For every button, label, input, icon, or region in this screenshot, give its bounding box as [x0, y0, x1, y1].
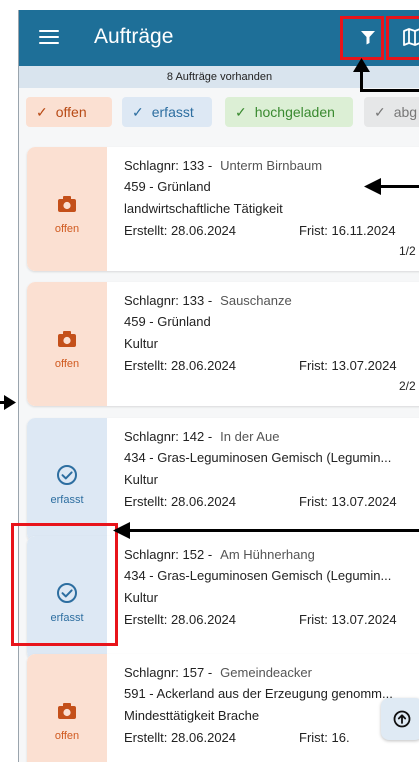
field-location: Gemeindeacker	[220, 665, 312, 680]
schlag-number: Schlagnr: 133 -	[124, 158, 213, 173]
deadline-date: Frist: 13.07.2024	[299, 612, 397, 627]
hamburger-menu-icon[interactable]	[39, 26, 59, 46]
filter-chip-erfasst[interactable]: ✓ erfasst	[122, 97, 212, 127]
land-use: 434 - Gras-Leguminosen Gemisch (Legumin.…	[124, 568, 392, 583]
order-title-line: Schlagnr: 157 - Gemeindeacker	[124, 665, 312, 680]
camera-icon	[58, 703, 76, 719]
deadline-date: Frist: 13.07.2024	[299, 494, 397, 509]
activity-type: Kultur	[124, 472, 158, 487]
land-use: 434 - Gras-Leguminosen Gemisch (Legumin.…	[124, 450, 392, 465]
created-date: Erstellt: 28.06.2024	[124, 730, 237, 745]
filter-chip-hochgeladen[interactable]: ✓ hochgeladen	[225, 97, 353, 127]
app-screen: Aufträge 8 Aufträge vorhanden ✓ offen ✓ er…	[18, 10, 419, 762]
field-location: Sauschanze	[220, 293, 292, 308]
filter-chip-offen[interactable]: ✓ offen	[26, 97, 112, 127]
activity-type: Kultur	[124, 590, 158, 605]
order-title-line: Schlagnr: 142 - In der Aue	[124, 429, 279, 444]
field-location: Unterm Birnbaum	[220, 158, 323, 173]
land-use: 459 - Grünland	[124, 314, 211, 329]
annotation-arrowhead	[4, 395, 16, 410]
status-label: offen	[54, 358, 80, 370]
schlag-number: Schlagnr: 133 -	[124, 293, 213, 308]
order-title-line: Schlagnr: 133 - Sauschanze	[124, 293, 292, 308]
deadline-date: Frist: 16.11.2024	[299, 223, 396, 238]
annotation-arrow	[380, 185, 419, 188]
deadline-date: Frist: 16.	[299, 730, 350, 745]
filter-chip-label: hochgeladen	[254, 104, 335, 120]
annotation-arrowhead	[364, 178, 381, 195]
activity-type: Mindesttätigkeit Brache	[124, 708, 260, 723]
order-card[interactable]: offen Schlagnr: 133 - Sauschanze 459 - Gr…	[27, 282, 419, 406]
camera-icon	[58, 331, 76, 347]
scroll-top-button[interactable]	[381, 698, 419, 740]
page-indicator: 2/2	[399, 379, 416, 393]
annotation-arrowhead	[353, 58, 370, 72]
order-title-line: Schlagnr: 152 - Am Hühnerhang	[124, 547, 315, 562]
map-highlight-box	[386, 16, 419, 60]
status-panel: offen	[27, 147, 107, 271]
deadline-date: Frist: 13.07.2024	[299, 358, 397, 373]
status-panel: offen	[27, 282, 107, 406]
status-highlight-box	[11, 523, 118, 646]
status-label: offen	[54, 223, 80, 235]
check-circle-icon	[57, 465, 77, 485]
created-date: Erstellt: 28.06.2024	[124, 223, 237, 238]
arrow-up-circle-icon	[393, 710, 411, 728]
schlag-number: Schlagnr: 152 -	[124, 547, 213, 562]
created-date: Erstellt: 28.06.2024	[124, 612, 237, 627]
filter-chip-label: abg	[393, 104, 418, 120]
page-indicator: 1/2	[399, 244, 416, 258]
annotation-arrow	[360, 89, 419, 92]
order-card[interactable]: offen Schlagnr: 157 - Gemeindeacker 591 -…	[27, 654, 419, 762]
page-title: Aufträge	[94, 25, 174, 48]
check-icon: ✓	[36, 104, 48, 120]
created-date: Erstellt: 28.06.2024	[124, 494, 237, 509]
created-date: Erstellt: 28.06.2024	[124, 358, 237, 373]
land-use: 591 - Ackerland aus der Erzeugung genomm…	[124, 686, 393, 701]
activity-type: landwirtschaftliche Tätigkeit	[124, 201, 283, 216]
schlag-number: Schlagnr: 157 -	[124, 665, 213, 680]
check-icon: ✓	[374, 104, 386, 120]
status-panel: offen	[27, 654, 107, 762]
schlag-number: Schlagnr: 142 -	[124, 429, 213, 444]
field-location: Am Hühnerhang	[220, 547, 315, 562]
field-location: In der Aue	[220, 429, 280, 444]
check-icon: ✓	[132, 104, 144, 120]
land-use: 459 - Grünland	[124, 179, 211, 194]
filter-chip-abgeschlossen[interactable]: ✓ abg	[364, 97, 419, 127]
filter-chip-label: erfasst	[151, 104, 194, 120]
status-label: offen	[54, 730, 80, 742]
status-label: erfasst	[50, 494, 84, 506]
check-icon: ✓	[235, 104, 247, 120]
order-title-line: Schlagnr: 133 - Unterm Birnbaum	[124, 158, 322, 173]
camera-icon	[58, 196, 76, 212]
filter-highlight-box	[340, 16, 384, 60]
annotation-arrow	[130, 529, 419, 532]
annotation-arrowhead	[113, 522, 130, 539]
order-card[interactable]: offen Schlagnr: 133 - Unterm Birnbaum 459…	[27, 147, 419, 271]
filter-chip-label: offen	[55, 104, 87, 120]
activity-type: Kultur	[124, 336, 158, 351]
